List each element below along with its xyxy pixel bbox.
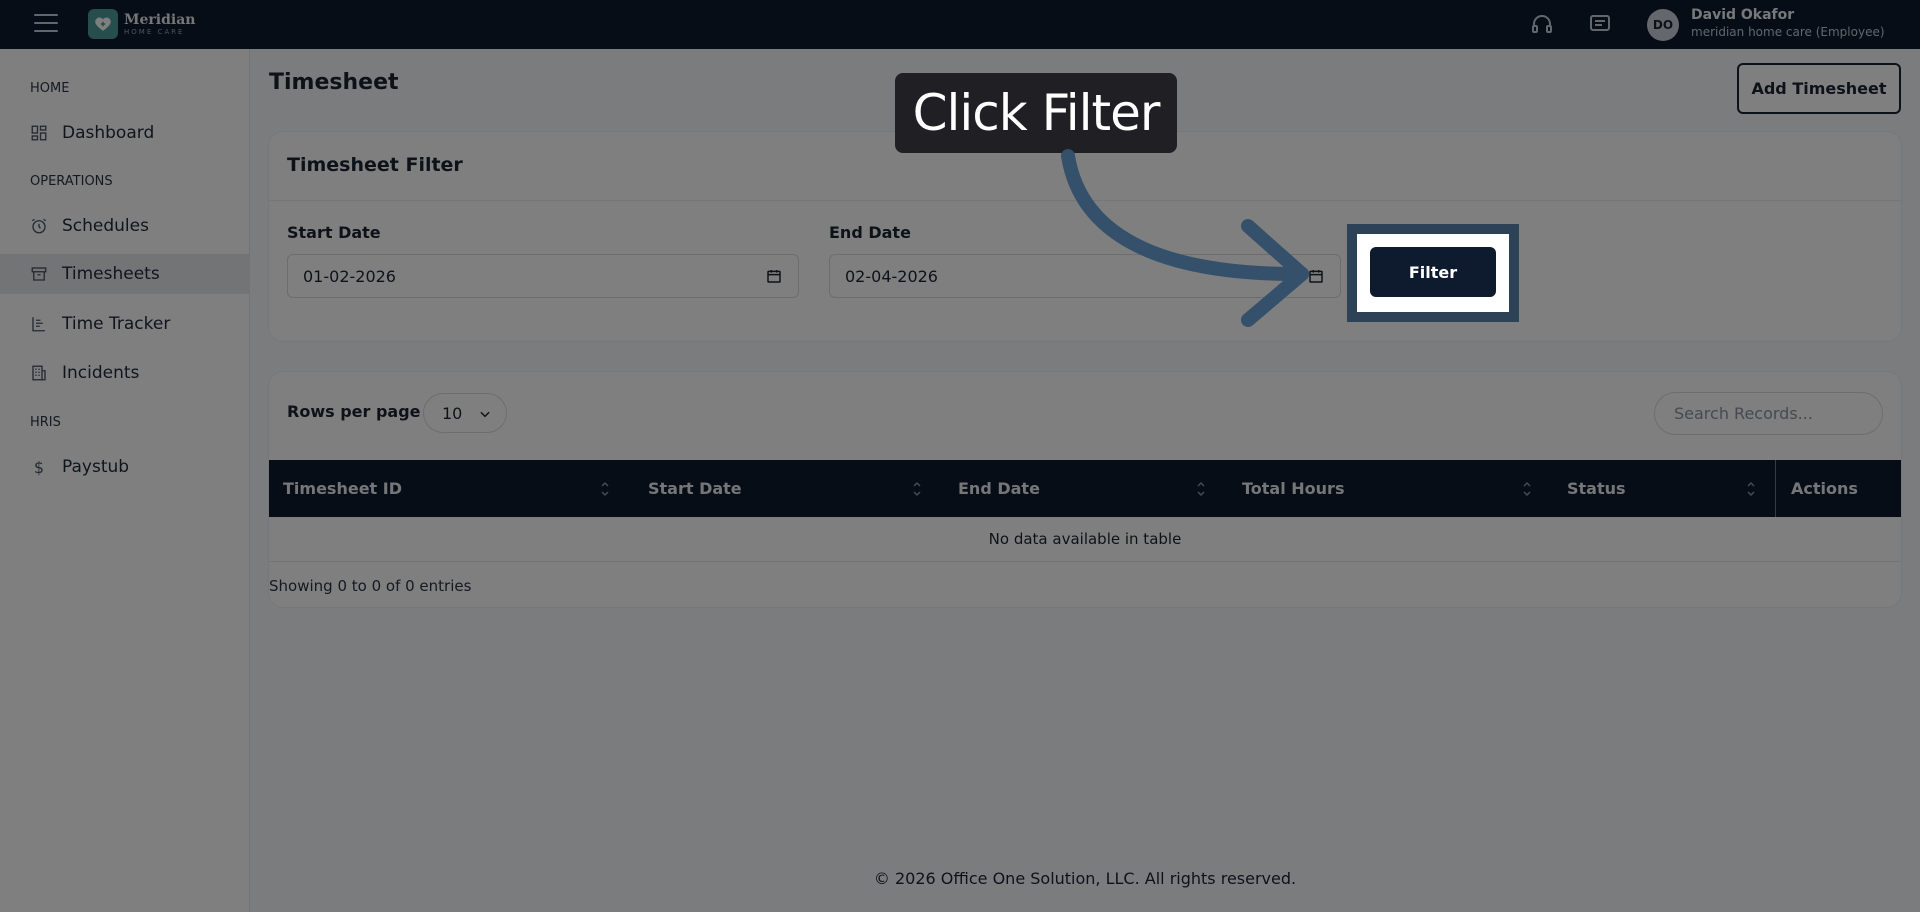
sort-icon[interactable] <box>1195 479 1207 499</box>
column-header-status[interactable]: Status <box>1567 460 1626 517</box>
rows-per-page-value: 10 <box>442 403 463 423</box>
user-name[interactable]: David Okafor <box>1691 7 1794 23</box>
sidebar-item-schedules[interactable]: Schedules <box>0 206 249 246</box>
start-date-input[interactable]: 01-02-2026 <box>287 254 799 298</box>
sidebar: HOME Dashboard OPERATIONS Schedules Time… <box>0 49 250 912</box>
sidebar-section-hris: HRIS <box>30 415 61 430</box>
footer-copyright: © 2026 Office One Solution, LLC. All rig… <box>873 869 1297 888</box>
logo-subtitle: HOME CARE <box>124 27 185 36</box>
sort-icon[interactable] <box>1745 479 1757 499</box>
archive-box-icon <box>30 265 48 283</box>
avatar[interactable]: DO <box>1647 9 1679 41</box>
sidebar-section-home: HOME <box>30 81 70 96</box>
dollar-icon: $ <box>33 457 45 477</box>
start-date-label: Start Date <box>287 223 381 242</box>
add-timesheet-button[interactable]: Add Timesheet <box>1737 63 1901 114</box>
calendar-icon[interactable] <box>766 268 782 284</box>
start-date-value: 01-02-2026 <box>303 266 396 286</box>
sort-icon[interactable] <box>911 479 923 499</box>
sort-icon[interactable] <box>599 479 611 499</box>
filter-button[interactable]: Filter <box>1370 247 1496 297</box>
sidebar-item-label: Paystub <box>62 457 130 477</box>
sidebar-item-time-tracker[interactable]: Time Tracker <box>0 304 249 344</box>
timesheet-table-card: Rows per page 10 Timesheet ID Start Date… <box>269 372 1901 607</box>
logo[interactable]: Meridian HOME CARE <box>88 9 195 39</box>
sort-icon[interactable] <box>1521 479 1533 499</box>
top-bar: Meridian HOME CARE DO David Okafor merid… <box>0 0 1920 49</box>
end-date-value: 02-04-2026 <box>845 266 938 286</box>
sidebar-item-paystub[interactable]: $ Paystub <box>0 447 249 487</box>
building-icon <box>30 364 48 382</box>
page-title: Timesheet <box>269 70 399 95</box>
logo-heart-icon <box>88 9 118 39</box>
column-separator <box>1775 460 1776 517</box>
table-header: Timesheet ID Start Date End Date Total H… <box>269 460 1901 517</box>
entries-info: Showing 0 to 0 of 0 entries <box>269 577 472 595</box>
sidebar-item-dashboard[interactable]: Dashboard <box>0 113 249 153</box>
messages-icon[interactable] <box>1588 12 1612 36</box>
user-role: meridian home care (Employee) <box>1691 25 1885 39</box>
end-date-label: End Date <box>829 223 911 242</box>
sidebar-section-operations: OPERATIONS <box>30 174 113 189</box>
dashboard-icon <box>30 124 48 142</box>
sidebar-item-label: Incidents <box>62 363 140 383</box>
column-header-actions: Actions <box>1791 479 1858 498</box>
list-tree-icon <box>30 315 48 333</box>
sidebar-item-label: Time Tracker <box>62 314 171 334</box>
hamburger-menu-icon[interactable] <box>34 12 58 34</box>
empty-table-message: No data available in table <box>269 517 1901 562</box>
sidebar-item-label: Dashboard <box>62 123 155 143</box>
search-input[interactable] <box>1654 392 1883 435</box>
column-header-timesheet-id[interactable]: Timesheet ID <box>283 460 402 517</box>
sidebar-item-incidents[interactable]: Incidents <box>0 353 249 393</box>
chevron-down-icon <box>478 406 492 420</box>
column-header-total-hours[interactable]: Total Hours <box>1242 460 1344 517</box>
sidebar-item-label: Schedules <box>62 216 149 236</box>
filter-title: Timesheet Filter <box>287 154 463 176</box>
column-header-end-date[interactable]: End Date <box>958 460 1040 517</box>
sidebar-item-label: Timesheets <box>62 264 160 284</box>
rows-per-page-select[interactable]: 10 <box>423 393 507 433</box>
logo-name: Meridian <box>124 11 196 28</box>
rows-per-page-label: Rows per page <box>287 402 421 421</box>
pointer-arrow-icon <box>1061 149 1309 327</box>
column-header-start-date[interactable]: Start Date <box>648 460 742 517</box>
headset-icon[interactable] <box>1530 12 1554 36</box>
sidebar-item-timesheets[interactable]: Timesheets <box>0 254 249 294</box>
alarm-clock-icon <box>30 217 48 235</box>
